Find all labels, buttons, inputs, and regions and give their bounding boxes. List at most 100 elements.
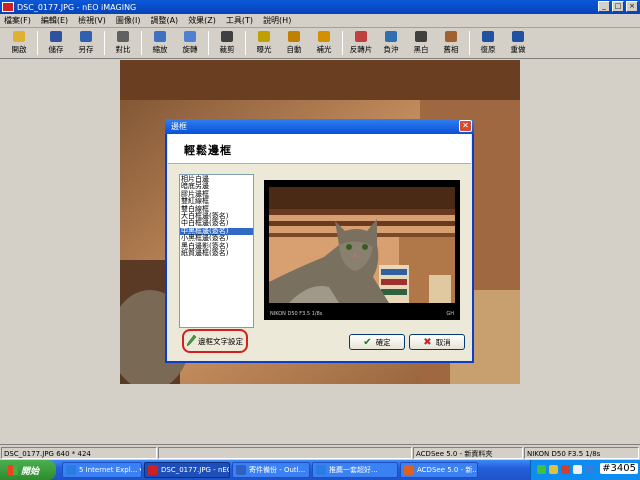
toolbar-open-folder-button[interactable]: 開啟	[4, 29, 34, 57]
cancel-x-icon: ✖	[423, 336, 432, 348]
taskbar-item[interactable]: 寄件備份 - Outl...	[232, 462, 310, 478]
taskbar-item-label: 推薦一套超好...	[329, 466, 378, 474]
taskbar-item-label: 5 Internet Expl... ▾	[79, 466, 142, 474]
tray-app-icon[interactable]	[561, 465, 570, 474]
toolbar-cross-process-button[interactable]: 負沖	[376, 29, 406, 57]
dialog-close-button[interactable]: ✕	[459, 120, 472, 132]
toolbar-separator	[104, 31, 105, 55]
toolbar-rotate-button[interactable]: 旋轉	[175, 29, 205, 57]
toolbar-save-as-button[interactable]: 另存	[71, 29, 101, 57]
dialog-heading: 輕鬆邊框	[184, 144, 232, 157]
zoom-icon	[154, 31, 166, 42]
taskbar: 開始 5 Internet Expl... ▾ DSC_0177.JPG - nE…	[0, 460, 640, 480]
toolbar-separator	[37, 31, 38, 55]
frame-text-settings-label: 邊框文字設定	[198, 336, 243, 346]
toolbar-label: 對比	[115, 45, 131, 54]
menu-image[interactable]: 圖像(I)	[116, 15, 141, 26]
maximize-button[interactable]: □	[612, 1, 624, 12]
title-bar: DSC_0177.JPG - nEO iMAGING _ □ ×	[0, 0, 640, 14]
toolbar-fill-light-button[interactable]: 補光	[309, 29, 339, 57]
status-empty	[158, 447, 412, 459]
tray-volume-icon[interactable]	[573, 465, 582, 474]
toolbar-label: 負沖	[383, 45, 399, 54]
toolbar-redo-button[interactable]: 重做	[503, 29, 533, 57]
toolbar-label: 重做	[510, 45, 526, 54]
menu-view[interactable]: 檢視(V)	[78, 15, 106, 26]
rotate-icon	[184, 31, 196, 42]
toolbar-save-button[interactable]: 儲存	[41, 29, 71, 57]
ok-label: 確定	[375, 337, 391, 347]
black-white-icon	[415, 31, 427, 42]
toolbar-label: 補光	[316, 45, 332, 54]
toolbar-zoom-button[interactable]: 縮放	[145, 29, 175, 57]
dialog-header: 輕鬆邊框	[168, 134, 471, 164]
taskbar-app-icon	[148, 465, 158, 475]
menu-file[interactable]: 檔案(F)	[4, 15, 31, 26]
pencil-icon	[186, 334, 197, 348]
status-acdsee: ACDSee 5.0 - 新資料夾	[413, 447, 523, 459]
taskbar-app-icon	[404, 465, 414, 475]
minimize-button[interactable]: _	[598, 1, 610, 12]
menu-effects[interactable]: 效果(Z)	[188, 15, 216, 26]
taskbar-app-icon	[316, 465, 326, 475]
toolbar-auto-button[interactable]: 自動	[279, 29, 309, 57]
menu-edit[interactable]: 編輯(E)	[41, 15, 68, 26]
frame-list-item[interactable]: 紙質邊框(簽名)	[180, 249, 253, 257]
start-label: 開始	[21, 466, 40, 477]
toolbar-label: 復原	[480, 45, 496, 54]
app-icon	[2, 2, 14, 12]
toolbar-crop-button[interactable]: 裁剪	[212, 29, 242, 57]
taskbar-item-label: ACDSee 5.0 - 新...	[417, 466, 478, 474]
cancel-button[interactable]: ✖ 取消	[409, 334, 465, 350]
save-as-icon	[80, 31, 92, 42]
toolbar-label: 旋轉	[182, 45, 198, 54]
compare-icon	[117, 31, 129, 42]
toolbar-separator	[208, 31, 209, 55]
cross-process-icon	[385, 31, 397, 42]
tray-network-icon[interactable]	[537, 465, 546, 474]
taskbar-app-icon	[236, 465, 246, 475]
toolbar-sepia-button[interactable]: 舊相	[436, 29, 466, 57]
frame-preview: NIKON D50 F3.5 1/8s GH	[264, 180, 460, 320]
watermark-badge: #3405	[600, 463, 638, 474]
tray-messenger-icon[interactable]	[585, 465, 594, 474]
undo-icon	[482, 31, 494, 42]
taskbar-item[interactable]: 5 Internet Expl... ▾	[62, 462, 142, 478]
menu-adjust[interactable]: 調整(A)	[150, 15, 178, 26]
toolbar-reversal-film-button[interactable]: 反轉片	[346, 29, 376, 57]
frame-text-settings-button[interactable]: 邊框文字設定	[182, 329, 248, 353]
status-file-info: DSC_0177.JPG 640 * 424	[1, 447, 157, 459]
taskbar-item[interactable]: DSC_0177.JPG - nEO...	[144, 462, 230, 478]
dialog-title: 邊框	[171, 122, 187, 131]
toolbar-label: 舊相	[443, 45, 459, 54]
toolbar-label: 縮放	[152, 45, 168, 54]
taskbar-item-label: DSC_0177.JPG - nEO...	[161, 466, 229, 474]
frame-list[interactable]: 相片白邊 暗底另邊 膠片邊框 雙紅線框 雙白線框 大白框邊(簽名) 中白框邊(簽名) 中黑框邊…	[179, 174, 254, 328]
taskbar-item[interactable]: ACDSee 5.0 - 新...	[400, 462, 478, 478]
close-button[interactable]: ×	[626, 1, 638, 12]
fill-light-icon	[318, 31, 330, 42]
toolbar-label: 儲存	[48, 45, 64, 54]
toolbar-black-white-button[interactable]: 黑白	[406, 29, 436, 57]
start-button[interactable]: 開始	[0, 460, 56, 480]
toolbar-label: 另存	[78, 45, 94, 54]
toolbar-exposure-button[interactable]: 曝光	[249, 29, 279, 57]
status-exif: NIKON D50 F3.5 1/8s	[524, 447, 639, 459]
tray-security-icon[interactable]	[549, 465, 558, 474]
toolbar-label: 裁剪	[219, 45, 235, 54]
menu-bar: 檔案(F) 編輯(E) 檢視(V) 圖像(I) 調整(A) 效果(Z) 工具(T…	[0, 14, 640, 28]
toolbar-undo-button[interactable]: 復原	[473, 29, 503, 57]
taskbar-app-icon	[66, 465, 76, 475]
toolbar-compare-button[interactable]: 對比	[108, 29, 138, 57]
open-folder-icon	[13, 31, 25, 42]
toolbar-label: 自動	[286, 45, 302, 54]
toolbar: 開啟 儲存 另存 對比 縮放 旋轉 裁剪 曝光 自動 補光 反轉片 負沖 黑白 舊相 復原 重做	[0, 29, 640, 59]
toolbar-label: 黑白	[413, 45, 429, 54]
menu-help[interactable]: 說明(H)	[263, 15, 291, 26]
checkmark-icon: ✔	[363, 336, 372, 348]
menu-tools[interactable]: 工具(T)	[226, 15, 253, 26]
status-bar: DSC_0177.JPG 640 * 424 ACDSee 5.0 - 新資料夾…	[0, 444, 640, 460]
preview-caption-right: GH	[446, 311, 454, 317]
ok-button[interactable]: ✔ 確定	[349, 334, 405, 350]
taskbar-item[interactable]: 推薦一套超好...	[312, 462, 398, 478]
